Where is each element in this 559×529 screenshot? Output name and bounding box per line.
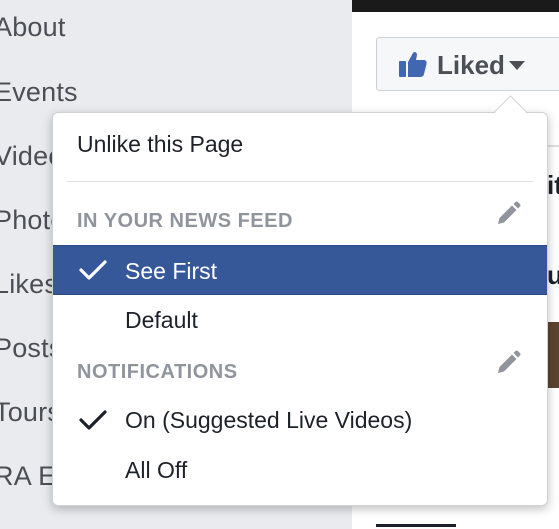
- cover-photo: [352, 0, 559, 12]
- pencil-icon[interactable]: [495, 201, 521, 227]
- sidebar-item-likes[interactable]: Likes: [0, 269, 58, 300]
- checkmark-icon: [79, 410, 107, 430]
- sidebar-item-events[interactable]: Events: [0, 77, 78, 108]
- background-text-fragment: u': [547, 260, 559, 290]
- unlike-page-label: Unlike this Page: [77, 131, 244, 157]
- unlike-page-item[interactable]: Unlike this Page: [53, 121, 547, 169]
- menu-divider: [67, 181, 533, 182]
- all-off-label: All Off: [125, 457, 188, 483]
- thumbs-up-icon: [399, 51, 427, 77]
- notifications-option-on[interactable]: On (Suggested Live Videos): [53, 397, 547, 445]
- notifications-section-header: NOTIFICATIONS: [77, 361, 238, 383]
- notifications-on-label: On (Suggested Live Videos): [125, 407, 413, 433]
- sidebar-item-about[interactable]: About: [0, 12, 66, 43]
- news-feed-option-default[interactable]: Default: [53, 297, 547, 345]
- default-label: Default: [125, 307, 198, 333]
- liked-button[interactable]: Liked: [376, 37, 559, 91]
- background-text-fragment: it: [547, 170, 559, 200]
- news-feed-option-see-first[interactable]: See First: [53, 245, 547, 295]
- checkmark-icon: [79, 260, 107, 280]
- caret-down-icon: [509, 61, 525, 70]
- pencil-icon[interactable]: [495, 350, 521, 376]
- news-feed-section-header: IN YOUR NEWS FEED: [77, 210, 293, 232]
- see-first-label: See First: [125, 258, 218, 284]
- notifications-option-all-off[interactable]: All Off: [53, 447, 547, 495]
- divider: [376, 524, 456, 527]
- liked-dropdown-menu: Unlike this Page IN YOUR NEWS FEED See F…: [52, 95, 548, 506]
- liked-button-label: Liked: [437, 50, 505, 80]
